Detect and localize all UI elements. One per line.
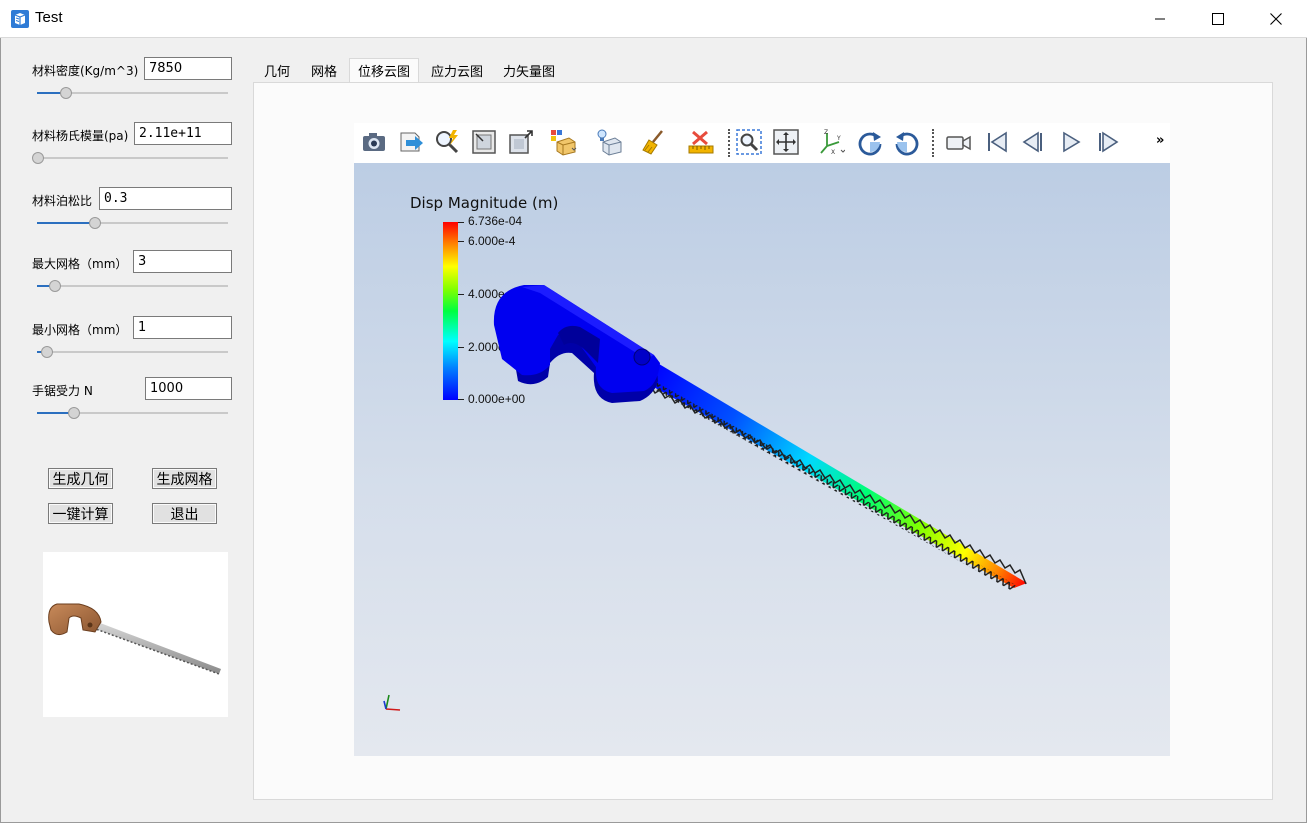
density-label: 材料密度(Kg/m^3)	[32, 64, 139, 78]
close-button[interactable]	[1247, 0, 1305, 38]
zoom-closest-icon[interactable]	[735, 128, 763, 156]
density-input[interactable]	[144, 57, 232, 80]
youngs-modulus-input[interactable]	[134, 122, 232, 145]
toolbar-overflow-button[interactable]: »	[1156, 133, 1164, 148]
min-mesh-label: 最小网格（mm）	[32, 323, 128, 337]
minimize-icon	[1155, 18, 1165, 20]
video-camera-icon[interactable]	[944, 128, 972, 156]
clear-selection-icon[interactable]	[640, 128, 668, 156]
poisson-ratio-input[interactable]	[99, 187, 232, 210]
zoom-data-icon[interactable]	[433, 128, 461, 156]
min-mesh-input[interactable]	[133, 316, 232, 339]
render-viewport[interactable]: Disp Magnitude (m) 6.736e-04 6.000e-4 4.…	[354, 163, 1170, 756]
max-mesh-slider[interactable]	[37, 280, 228, 292]
generate-geometry-button[interactable]: 生成几何	[48, 468, 113, 489]
minimize-button[interactable]	[1131, 0, 1189, 38]
ruler-icon[interactable]	[687, 128, 715, 156]
window-title: Test	[35, 9, 63, 26]
generate-mesh-button[interactable]: 生成网格	[152, 468, 217, 489]
pan-icon[interactable]	[772, 128, 800, 156]
tab-stress[interactable]: 应力云图	[424, 58, 490, 82]
saw-model	[493, 285, 1027, 592]
reset-camera-icon[interactable]	[470, 128, 498, 156]
youngs-modulus-slider[interactable]	[32, 152, 228, 164]
view-toolbar: Z YX »	[354, 123, 1170, 163]
rotate-cw-icon[interactable]	[856, 128, 884, 156]
title-bar: Test	[0, 0, 1307, 38]
max-mesh-label: 最大网格（mm）	[32, 257, 128, 271]
saw-force-input[interactable]	[145, 377, 232, 400]
max-mesh-input[interactable]	[133, 250, 232, 273]
youngs-modulus-label: 材料杨氏模量(pa)	[32, 129, 129, 143]
maximize-icon	[1212, 13, 1224, 25]
rotate-ccw-icon[interactable]	[893, 128, 921, 156]
toolbar-separator	[728, 129, 730, 157]
close-icon	[1270, 13, 1282, 25]
toolbar-separator	[932, 129, 934, 157]
tab-geometry[interactable]: 几何	[257, 58, 297, 82]
saw-preview-image	[43, 552, 228, 717]
density-slider[interactable]	[37, 87, 228, 99]
axes-orient-icon[interactable]: Z YX	[817, 128, 845, 156]
select-points-icon[interactable]	[595, 128, 623, 156]
svg-text:Z: Z	[824, 129, 828, 136]
play-icon[interactable]	[1057, 128, 1085, 156]
maximize-button[interactable]	[1189, 0, 1247, 38]
exit-button[interactable]: 退出	[152, 503, 217, 524]
saw-force-slider[interactable]	[37, 407, 228, 419]
saw-force-label: 手锯受力 N	[32, 384, 93, 398]
app-cube-icon	[11, 10, 29, 28]
select-cells-icon[interactable]	[549, 128, 577, 156]
poisson-ratio-slider[interactable]	[37, 217, 228, 229]
tab-mesh[interactable]: 网格	[304, 58, 344, 82]
svg-text:X: X	[831, 149, 835, 156]
export-icon[interactable]	[397, 128, 425, 156]
next-frame-icon[interactable]	[1094, 128, 1122, 156]
camera-icon[interactable]	[360, 128, 388, 156]
compute-all-button[interactable]: 一键计算	[48, 503, 113, 524]
tab-force-vector[interactable]: 力矢量图	[496, 58, 562, 82]
svg-text:Y: Y	[836, 135, 841, 142]
orientation-axes-icon	[383, 694, 401, 711]
min-mesh-slider[interactable]	[37, 346, 228, 358]
poisson-ratio-label: 材料泊松比	[32, 194, 93, 208]
prev-frame-icon[interactable]	[1019, 128, 1047, 156]
zoom-box-icon[interactable]	[507, 128, 535, 156]
tab-displacement[interactable]: 位移云图	[349, 58, 419, 82]
first-frame-icon[interactable]	[983, 128, 1011, 156]
